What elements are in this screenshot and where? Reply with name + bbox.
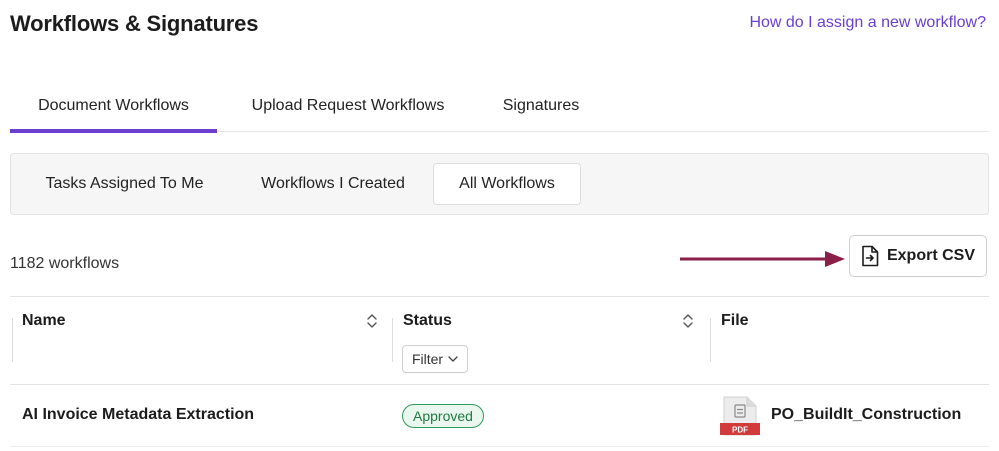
pdf-file-type: PDF [732,426,748,435]
tab-document-workflows[interactable]: Document Workflows [10,80,217,133]
tab-signatures[interactable]: Signatures [486,80,596,132]
filter-label: Filter [411,351,444,367]
file-name[interactable]: PO_BuildIt_Construction [771,406,961,424]
column-separator [12,318,13,362]
column-header-file: File [721,312,749,329]
sort-icon[interactable] [682,312,694,330]
subtab-tasks-assigned[interactable]: Tasks Assigned To Me [23,163,226,205]
row-divider [10,446,989,447]
row-divider [10,384,989,385]
help-link[interactable]: How do I assign a new workflow? [749,14,986,32]
chevron-down-icon [448,356,458,362]
column-separator [392,318,393,362]
workflow-filter-tabs: Tasks Assigned To Me Workflows I Created… [10,153,989,215]
column-header-name: Name [22,312,66,329]
tab-upload-request-workflows[interactable]: Upload Request Workflows [232,80,464,132]
status-badge: Approved [402,404,484,428]
table-top-border [10,296,989,297]
page-title: Workflows & Signatures [10,11,259,36]
export-file-icon [862,245,879,267]
pdf-file-icon: PDF [720,396,760,436]
subtab-all-workflows[interactable]: All Workflows [433,163,581,205]
workflow-count: 1182 workflows [10,255,120,272]
column-header-status: Status [403,312,452,329]
sort-icon[interactable] [366,312,378,330]
main-tabs: Document Workflows Upload Request Workfl… [10,80,989,133]
workflow-name[interactable]: AI Invoice Metadata Extraction [22,406,254,424]
column-separator [710,318,711,362]
export-csv-label: Export CSV [886,247,975,264]
status-filter-dropdown[interactable]: Filter [402,345,468,373]
export-csv-button[interactable]: Export CSV [849,235,987,277]
subtab-workflows-created[interactable]: Workflows I Created [237,163,429,205]
arrow-right-icon [680,251,845,267]
